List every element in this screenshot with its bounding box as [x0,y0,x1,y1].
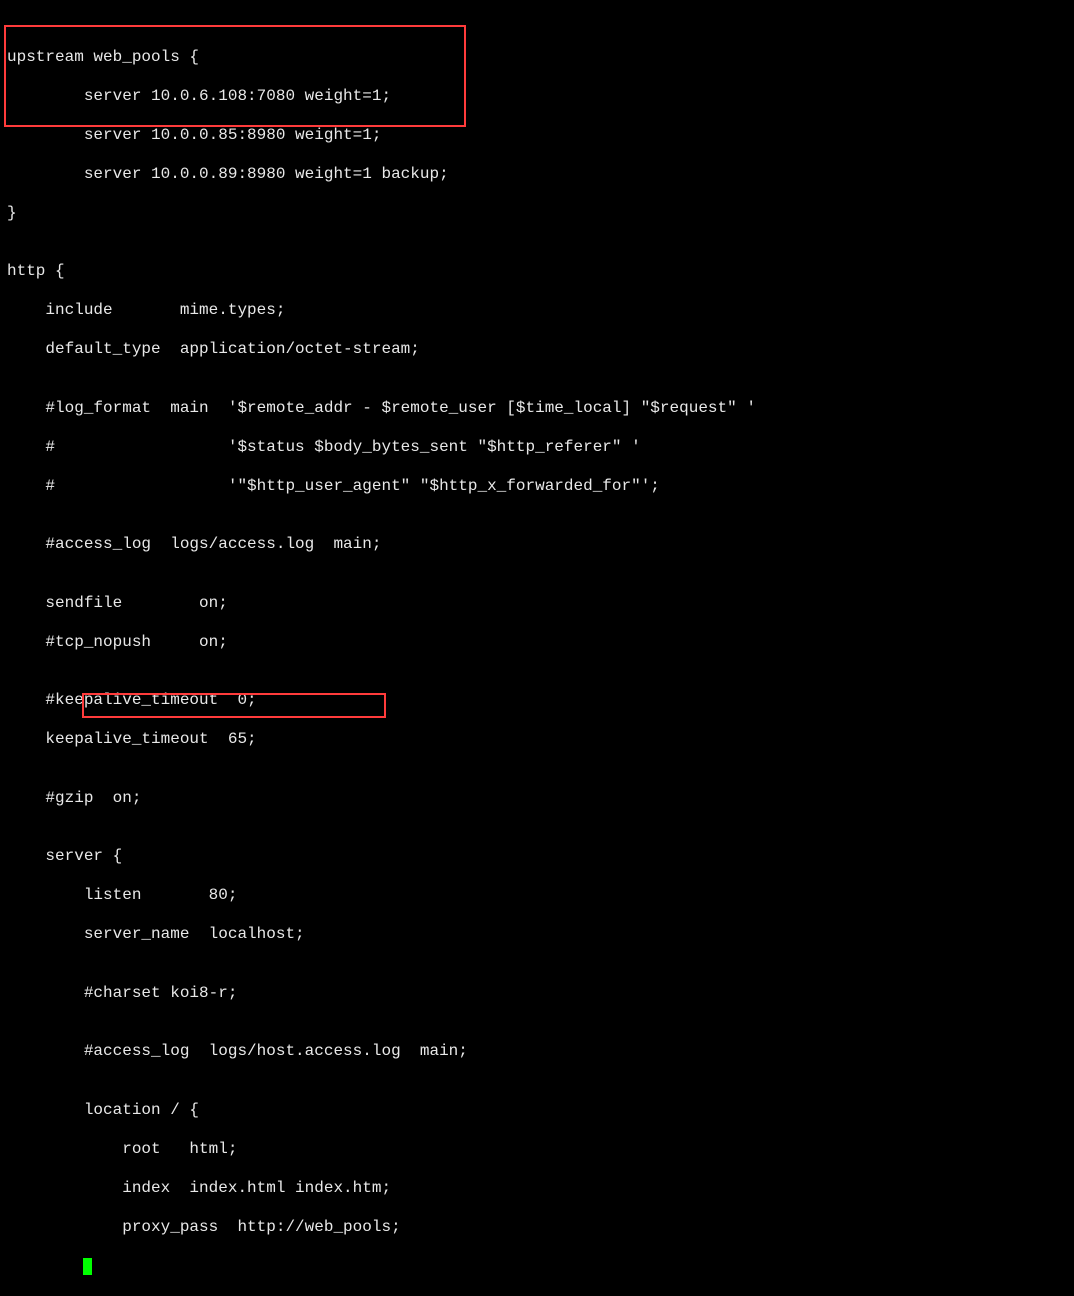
config-line: server { [7,847,1074,867]
config-line: # '$status $body_bytes_sent "$http_refer… [7,438,1074,458]
config-line: server 10.0.0.85:8980 weight=1; [7,126,1074,146]
terminal-editor[interactable]: upstream web_pools { server 10.0.6.108:7… [0,0,1074,1296]
config-line: include mime.types; [7,301,1074,321]
config-line: #access_log logs/host.access.log main; [7,1042,1074,1062]
highlight-box-upstream [4,25,466,127]
config-line: keepalive_timeout 65; [7,730,1074,750]
config-line: #tcp_nopush on; [7,633,1074,653]
config-line: http { [7,262,1074,282]
config-line: # '"$http_user_agent" "$http_x_forwarded… [7,477,1074,497]
config-line: #access_log logs/access.log main; [7,535,1074,555]
config-line: location / { [7,1101,1074,1121]
config-line: root html; [7,1140,1074,1160]
config-line: server 10.0.0.89:8980 weight=1 backup; [7,165,1074,185]
config-line: default_type application/octet-stream; [7,340,1074,360]
cursor-icon [83,1258,92,1275]
config-line: server_name localhost; [7,925,1074,945]
config-line: } [7,1257,1074,1277]
highlight-box-proxy-pass [82,693,386,718]
config-line: #gzip on; [7,789,1074,809]
config-line: proxy_pass http://web_pools; [7,1218,1074,1238]
config-line: index index.html index.htm; [7,1179,1074,1199]
config-line: #log_format main '$remote_addr - $remote… [7,399,1074,419]
config-line: listen 80; [7,886,1074,906]
config-line: sendfile on; [7,594,1074,614]
config-line: } [7,204,1074,224]
config-line: #charset koi8-r; [7,984,1074,1004]
